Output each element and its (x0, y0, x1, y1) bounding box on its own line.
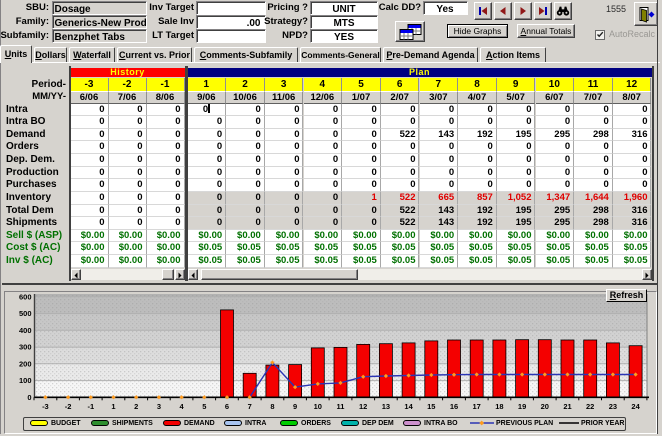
svg-text:4: 4 (180, 402, 185, 411)
svg-text:13: 13 (382, 402, 390, 411)
svg-text:8: 8 (270, 402, 274, 411)
svg-text:3: 3 (157, 402, 161, 411)
svg-text:5: 5 (202, 402, 206, 411)
svg-text:6: 6 (225, 402, 229, 411)
svg-text:18: 18 (495, 402, 503, 411)
svg-text:22: 22 (586, 402, 594, 411)
svg-text:7: 7 (248, 402, 252, 411)
svg-text:-1: -1 (87, 402, 94, 411)
svg-text:-3: -3 (42, 402, 49, 411)
svg-text:17: 17 (473, 402, 481, 411)
svg-text:14: 14 (404, 402, 413, 411)
svg-text:400: 400 (19, 326, 32, 335)
svg-text:600: 600 (19, 292, 32, 301)
svg-text:1: 1 (111, 402, 115, 411)
svg-text:23: 23 (609, 402, 617, 411)
svg-text:24: 24 (631, 402, 640, 411)
svg-text:9: 9 (293, 402, 297, 411)
svg-text:16: 16 (450, 402, 458, 411)
svg-text:12: 12 (359, 402, 367, 411)
svg-text:21: 21 (563, 402, 571, 411)
svg-text:15: 15 (427, 402, 435, 411)
svg-text:10: 10 (314, 402, 322, 411)
svg-text:200: 200 (19, 359, 32, 368)
svg-text:300: 300 (19, 343, 32, 352)
svg-text:500: 500 (19, 309, 32, 318)
svg-text:11: 11 (337, 402, 345, 411)
svg-text:0: 0 (27, 393, 31, 402)
svg-text:100: 100 (19, 376, 32, 385)
svg-text:2: 2 (134, 402, 138, 411)
svg-text:20: 20 (541, 402, 549, 411)
svg-text:19: 19 (518, 402, 526, 411)
svg-text:-2: -2 (65, 402, 72, 411)
